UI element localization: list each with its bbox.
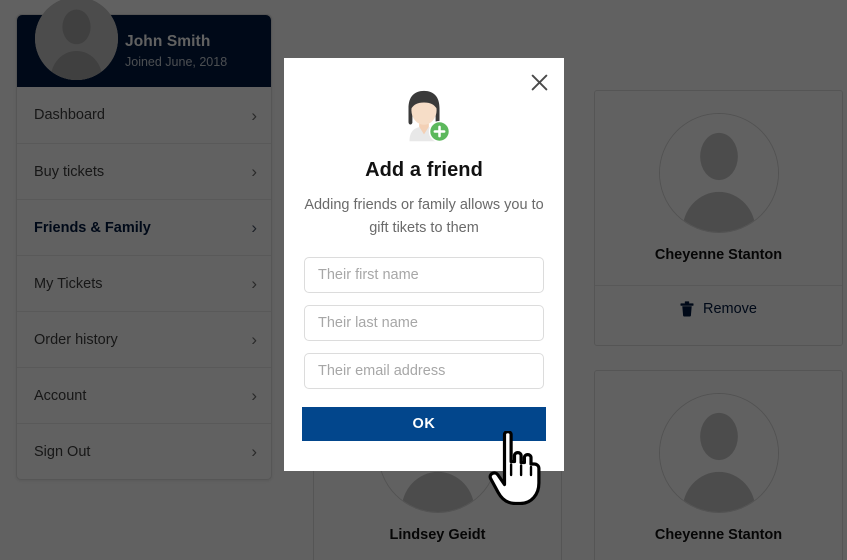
add-friend-form [304, 256, 544, 389]
email-address-input[interactable] [304, 352, 544, 389]
ok-button[interactable]: OK [302, 406, 546, 441]
modal-description: Adding friends or family allows you to g… [304, 197, 544, 237]
modal-title: Add a friend [365, 159, 483, 181]
add-friend-modal: Add a friend Adding friends or family al… [284, 58, 564, 471]
app-root: John Smith Joined June, 2018 Dashboard›B… [0, 0, 847, 560]
close-icon[interactable] [526, 69, 552, 95]
add-person-icon [393, 85, 455, 147]
last-name-input[interactable] [304, 304, 544, 341]
first-name-input[interactable] [304, 256, 544, 293]
